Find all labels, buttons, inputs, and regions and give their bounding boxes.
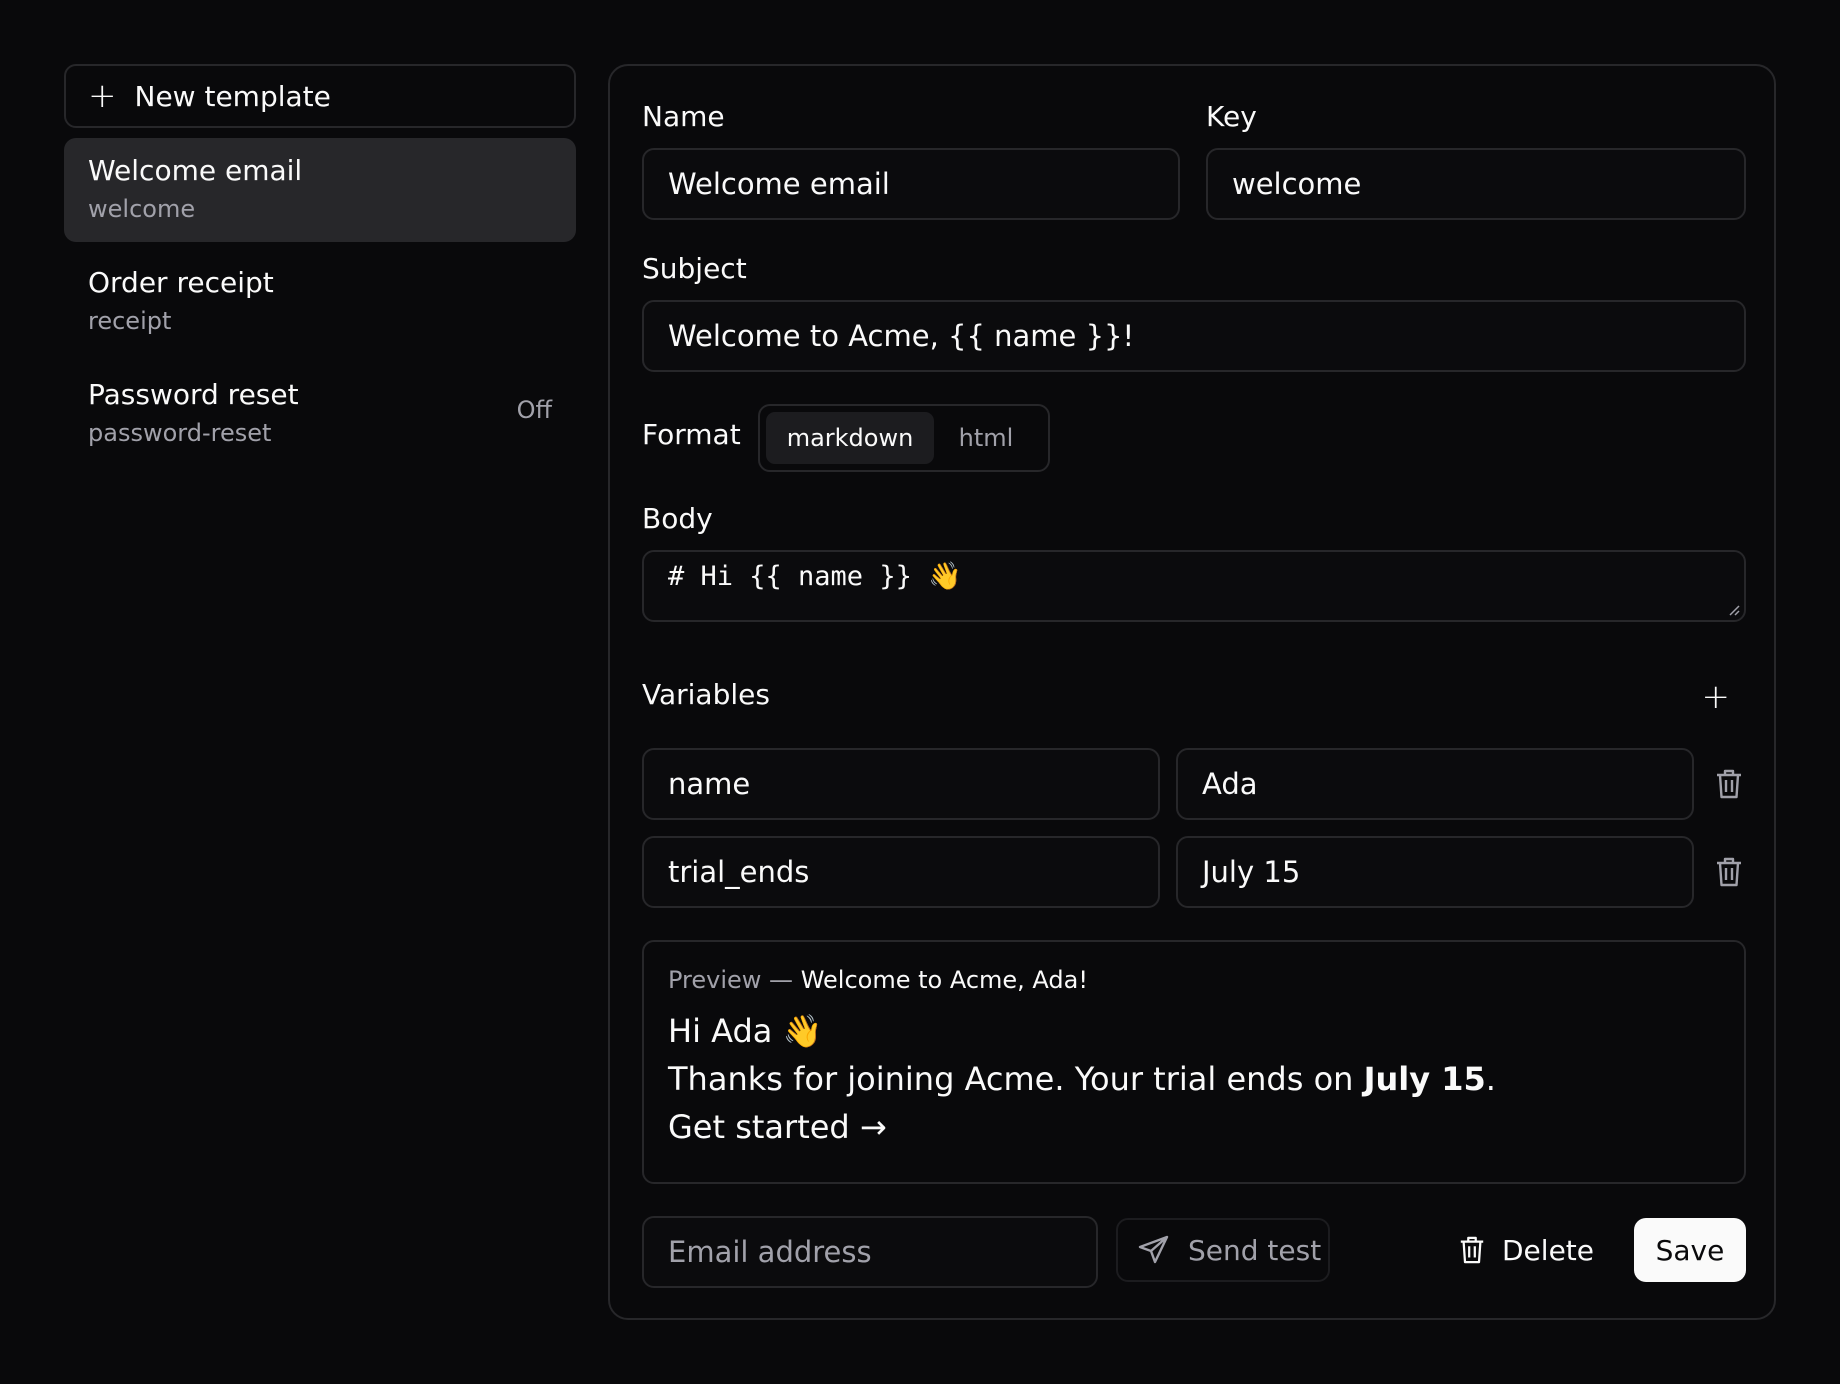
template-key: password-reset [88, 419, 272, 447]
body-label: Body [642, 502, 713, 535]
name-label: Name [642, 100, 725, 133]
trash-icon [1460, 1236, 1484, 1264]
delete-label: Delete [1502, 1233, 1594, 1267]
format-toggle: markdown html [758, 404, 1050, 472]
variable-value-input[interactable]: Ada [1176, 748, 1694, 820]
template-name: Order receipt [88, 266, 274, 299]
template-editor-panel: Name Welcome email Key welcome Subject W… [608, 64, 1776, 1320]
template-key: welcome [88, 195, 196, 223]
format-label: Format [642, 418, 741, 451]
name-input[interactable]: Welcome email [642, 148, 1180, 220]
variable-name-input[interactable]: name [642, 748, 1160, 820]
preview-text: Thanks for joining Acme. Your trial ends… [668, 1060, 1364, 1098]
template-item-order-receipt[interactable]: Order receipt receipt [64, 250, 576, 354]
subject-label: Subject [642, 252, 747, 285]
key-label: Key [1206, 100, 1257, 133]
variable-name-input[interactable]: trial_ends [642, 836, 1160, 908]
format-option-html[interactable]: html [934, 412, 1038, 464]
send-icon [1138, 1235, 1169, 1264]
body-text: # Hi {{ name }} 👋 [668, 561, 962, 592]
variable-value-input[interactable]: July 15 [1176, 836, 1694, 908]
trash-icon[interactable] [1714, 768, 1744, 800]
preview-paragraph: Thanks for joining Acme. Your trial ends… [668, 1060, 1720, 1098]
template-sidebar: + New template Welcome email welcome Ord… [64, 64, 576, 466]
email-preview: Preview — Welcome to Acme, Ada! Hi Ada 👋… [642, 940, 1746, 1184]
preview-subject: Welcome to Acme, Ada! [800, 966, 1088, 994]
template-key: receipt [88, 307, 172, 335]
plus-icon: + [1701, 677, 1731, 717]
delete-button[interactable]: Delete [1458, 1218, 1594, 1282]
variables-label: Variables [642, 678, 770, 711]
trash-icon[interactable] [1714, 856, 1744, 888]
template-item-welcome-email[interactable]: Welcome email welcome [64, 138, 576, 242]
resize-handle-icon[interactable] [1728, 604, 1740, 616]
format-option-markdown[interactable]: markdown [766, 412, 934, 464]
save-button[interactable]: Save [1634, 1218, 1746, 1282]
plus-icon: + [88, 76, 117, 116]
new-template-label: New template [134, 79, 331, 113]
send-test-button[interactable]: Send test [1116, 1218, 1330, 1282]
new-template-button[interactable]: + New template [64, 64, 576, 128]
preview-bold-date: July 15 [1363, 1060, 1486, 1098]
test-email-field [642, 1216, 1098, 1288]
status-badge: Off [516, 396, 552, 424]
template-item-password-reset[interactable]: Password reset password-reset Off [64, 362, 576, 466]
template-name: Welcome email [88, 154, 303, 187]
preview-heading: Hi Ada 👋 [668, 1012, 823, 1050]
subject-input[interactable]: Welcome to Acme, {{ name }}! [642, 300, 1746, 372]
preview-link[interactable]: Get started → [668, 1108, 1720, 1146]
body-textarea[interactable]: # Hi {{ name }} 👋 [642, 550, 1746, 622]
template-name: Password reset [88, 378, 299, 411]
test-email-input[interactable] [668, 1235, 1096, 1269]
add-variable-button[interactable]: + [1702, 680, 1731, 714]
preview-label: Preview — [668, 966, 794, 994]
preview-header: Preview — Welcome to Acme, Ada! [668, 966, 1720, 994]
preview-text-end: . [1485, 1060, 1496, 1098]
send-test-label: Send test [1188, 1233, 1322, 1267]
key-input[interactable]: welcome [1206, 148, 1746, 220]
